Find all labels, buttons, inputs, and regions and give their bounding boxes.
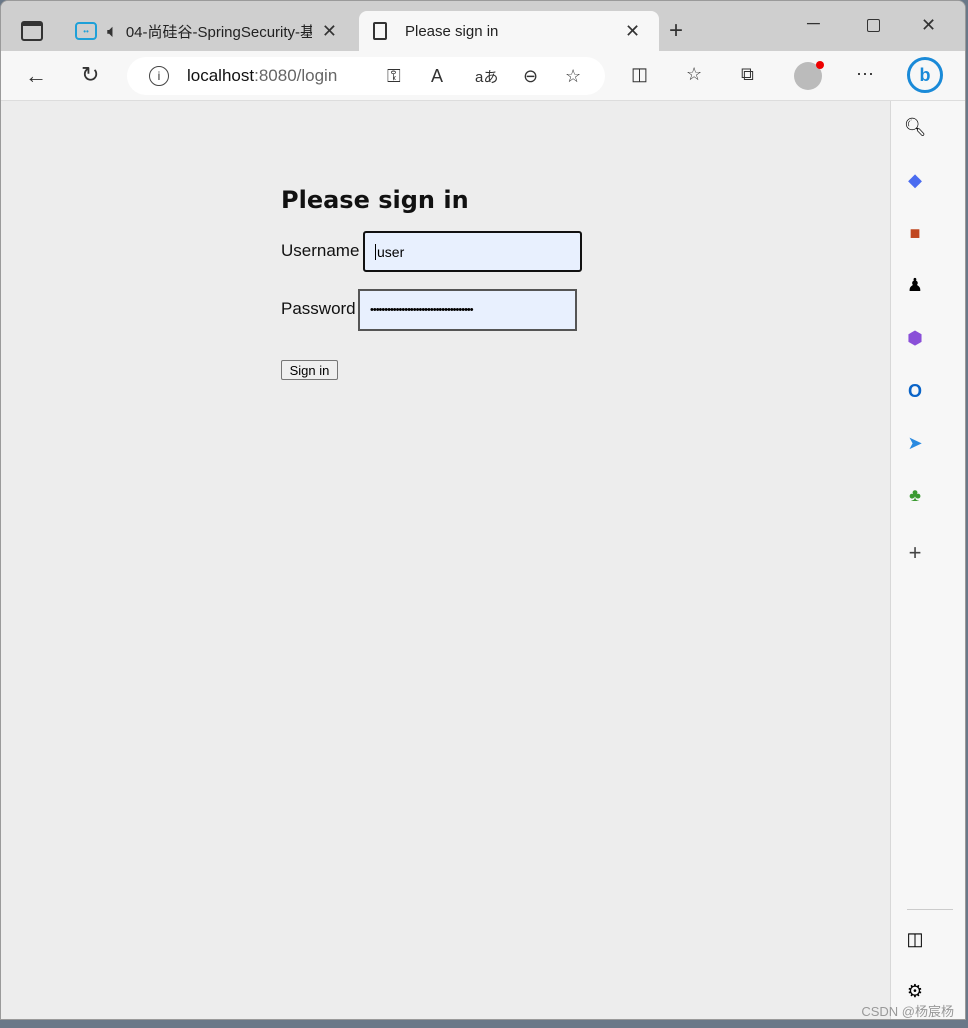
send-icon[interactable]: ➤ [903,431,927,455]
bilibili-icon: •• [75,22,97,40]
new-tab-icon[interactable]: + [669,17,683,45]
tab-actions-icon[interactable] [21,21,43,41]
password-label: Password [281,299,356,318]
speaker-icon[interactable]: 🔈︎ [107,21,118,42]
shopping-tag-icon[interactable]: ◆ [903,168,927,192]
close-window-icon[interactable]: ✕ [921,15,936,36]
profile-avatar[interactable] [794,61,824,90]
tab-title: Please sign in [405,22,499,40]
watermark: CSDN @杨宸杨 [861,1004,954,1019]
translate-icon[interactable]: aあ [475,66,498,87]
back-icon[interactable]: ← [25,63,47,89]
close-tab-icon[interactable]: ✕ [625,21,640,42]
zoom-out-icon[interactable]: ⊖ [523,66,538,87]
tab-bar: •• 🔈︎ 04-尚硅谷-SpringSecurity-基 ✕ Please s… [1,1,965,51]
search-icon[interactable]: 🔍︎ [903,115,927,139]
info-icon[interactable]: i [149,66,169,86]
browser-window: •• 🔈︎ 04-尚硅谷-SpringSecurity-基 ✕ Please s… [0,0,966,1020]
split-screen-icon[interactable]: ◫ [631,64,648,85]
toolbar: ← ↻ i localhost:8080/login ⚿ A aあ ⊖ ☆ ◫ … [1,51,965,101]
tab-title: 04-尚硅谷-SpringSecurity-基 [125,23,312,41]
maximize-icon[interactable] [867,19,880,32]
collections-icon[interactable]: ⧉ [741,64,754,85]
office-icon[interactable]: ⬢ [903,326,927,350]
notification-dot [816,61,824,69]
username-input[interactable]: user [363,231,582,272]
sign-in-button[interactable]: Sign in [281,360,338,380]
bing-copilot-icon[interactable]: b [907,57,943,93]
url-host: localhost [187,66,255,85]
tab-active[interactable]: Please sign in ✕ [359,11,659,51]
sidebar-divider [907,909,953,910]
tools-briefcase-icon[interactable]: ■ [903,221,927,245]
address-bar[interactable]: i localhost:8080/login ⚿ A aあ ⊖ ☆ [127,57,605,95]
page-icon [373,22,387,40]
page-content: Please sign in Username user Password ••… [1,101,890,1019]
outlook-icon[interactable]: O [903,379,927,403]
read-aloud-icon[interactable]: A [431,66,443,87]
games-icon[interactable]: ♟ [903,273,927,297]
username-label: Username [281,241,360,260]
minimize-icon[interactable]: ─ [807,13,820,34]
close-tab-icon[interactable]: ✕ [322,21,337,42]
favorites-icon[interactable]: ☆ [686,64,702,85]
password-input[interactable]: •••••••••••••••••••••••••••••••••••• [358,289,577,331]
password-value: •••••••••••••••••••••••••••••••••••• [370,304,474,316]
edge-sidebar: 🔍︎ ◆ ■ ♟ ⬢ O ➤ ♣ + ◫ ⚙ [890,101,965,1019]
key-icon[interactable]: ⚿ [387,66,401,87]
refresh-icon[interactable]: ↻ [81,62,99,88]
page-title: Please sign in [281,186,469,214]
add-icon[interactable]: + [903,540,927,565]
username-value: user [375,243,405,260]
more-icon[interactable]: ⋯ [856,64,874,85]
tree-icon[interactable]: ♣ [903,483,927,507]
hide-sidebar-icon[interactable]: ◫ [903,927,927,951]
tab-bilibili[interactable]: •• 🔈︎ 04-尚硅谷-SpringSecurity-基 ✕ [71,11,357,51]
url-path: :8080/login [254,66,338,85]
favorite-add-icon[interactable]: ☆ [565,66,581,87]
settings-icon[interactable]: ⚙ [903,979,927,1003]
